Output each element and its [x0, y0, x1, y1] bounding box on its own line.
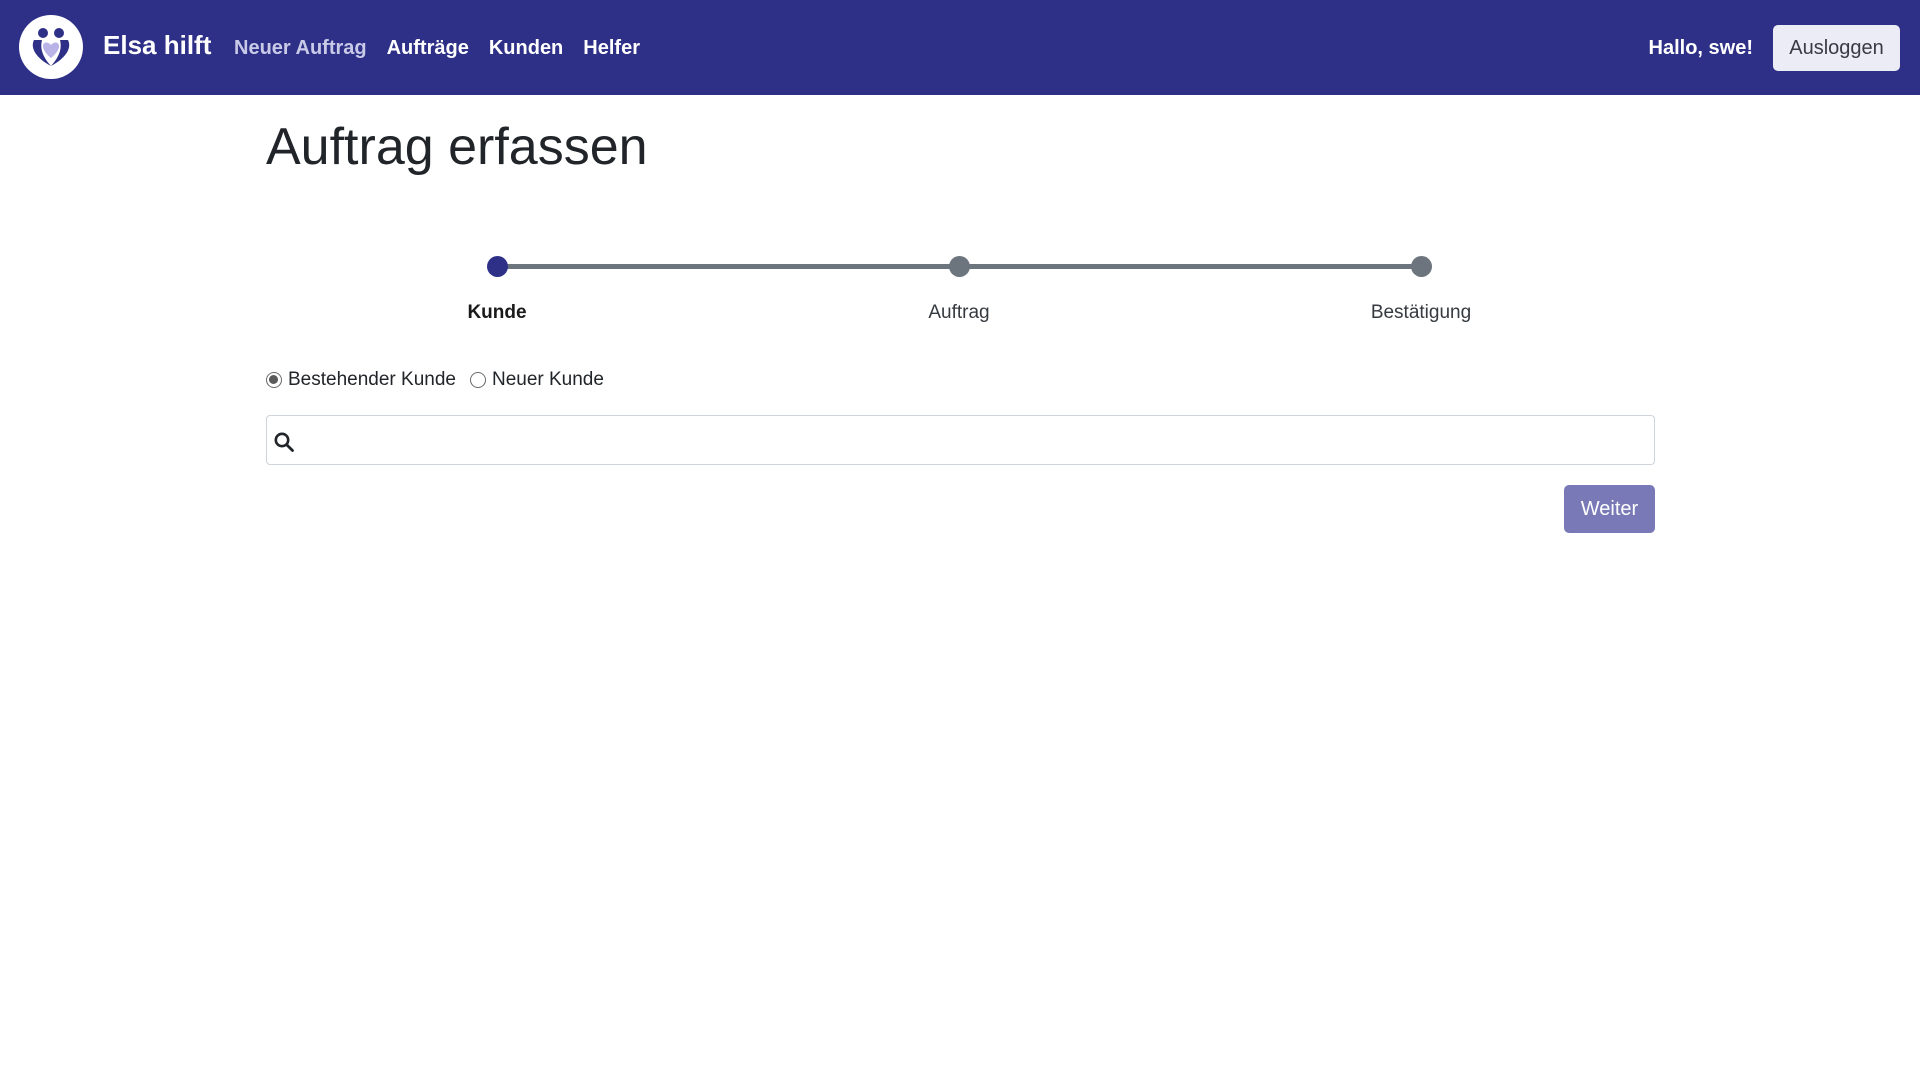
page-title: Auftrag erfassen — [266, 118, 648, 176]
user-greeting: Hallo, swe! — [1648, 37, 1753, 59]
radio-existing-customer[interactable]: Bestehender Kunde — [266, 367, 456, 393]
stepper-line-1 — [496, 264, 958, 269]
logo[interactable] — [19, 15, 83, 79]
radio-button-new-customer[interactable] — [469, 372, 486, 388]
step-label-confirmation: Bestätigung — [1370, 302, 1472, 323]
step-label-order: Auftrag — [928, 302, 990, 323]
main-nav: Neuer Auftrag Aufträge Kunden Helfer — [234, 33, 640, 63]
customer-search-input[interactable] — [305, 416, 1645, 464]
radio-label-new-customer[interactable]: Neuer Kunde — [492, 367, 604, 393]
nav-link-customers[interactable]: Kunden — [489, 33, 563, 63]
logout-button[interactable]: Ausloggen — [1773, 25, 1900, 71]
step-dot-order — [949, 256, 970, 277]
nav-link-helpers[interactable]: Helfer — [583, 33, 640, 63]
search-icon — [274, 432, 294, 452]
customer-type-radio-group: Bestehender Kunde Neuer Kunde — [266, 367, 604, 393]
brand-title[interactable]: Elsa hilft — [103, 28, 211, 62]
nav-link-orders[interactable]: Aufträge — [387, 33, 469, 63]
radio-label-existing-customer[interactable]: Bestehender Kunde — [288, 367, 456, 393]
heart-people-logo-icon — [32, 28, 70, 66]
step-dot-confirmation — [1411, 256, 1432, 277]
progress-stepper: Kunde Auftrag Bestätigung — [266, 240, 1654, 340]
nav-link-new-order[interactable]: Neuer Auftrag — [234, 33, 367, 63]
customer-search-field[interactable] — [266, 415, 1655, 465]
step-label-customer: Kunde — [467, 302, 527, 323]
stepper-line-2 — [958, 264, 1420, 269]
next-button[interactable]: Weiter — [1564, 485, 1655, 533]
radio-new-customer[interactable]: Neuer Kunde — [469, 367, 604, 393]
radio-button-existing-customer[interactable] — [266, 372, 282, 388]
top-navbar: Elsa hilft Neuer Auftrag Aufträge Kunden… — [0, 0, 1920, 95]
step-dot-customer — [487, 256, 508, 277]
